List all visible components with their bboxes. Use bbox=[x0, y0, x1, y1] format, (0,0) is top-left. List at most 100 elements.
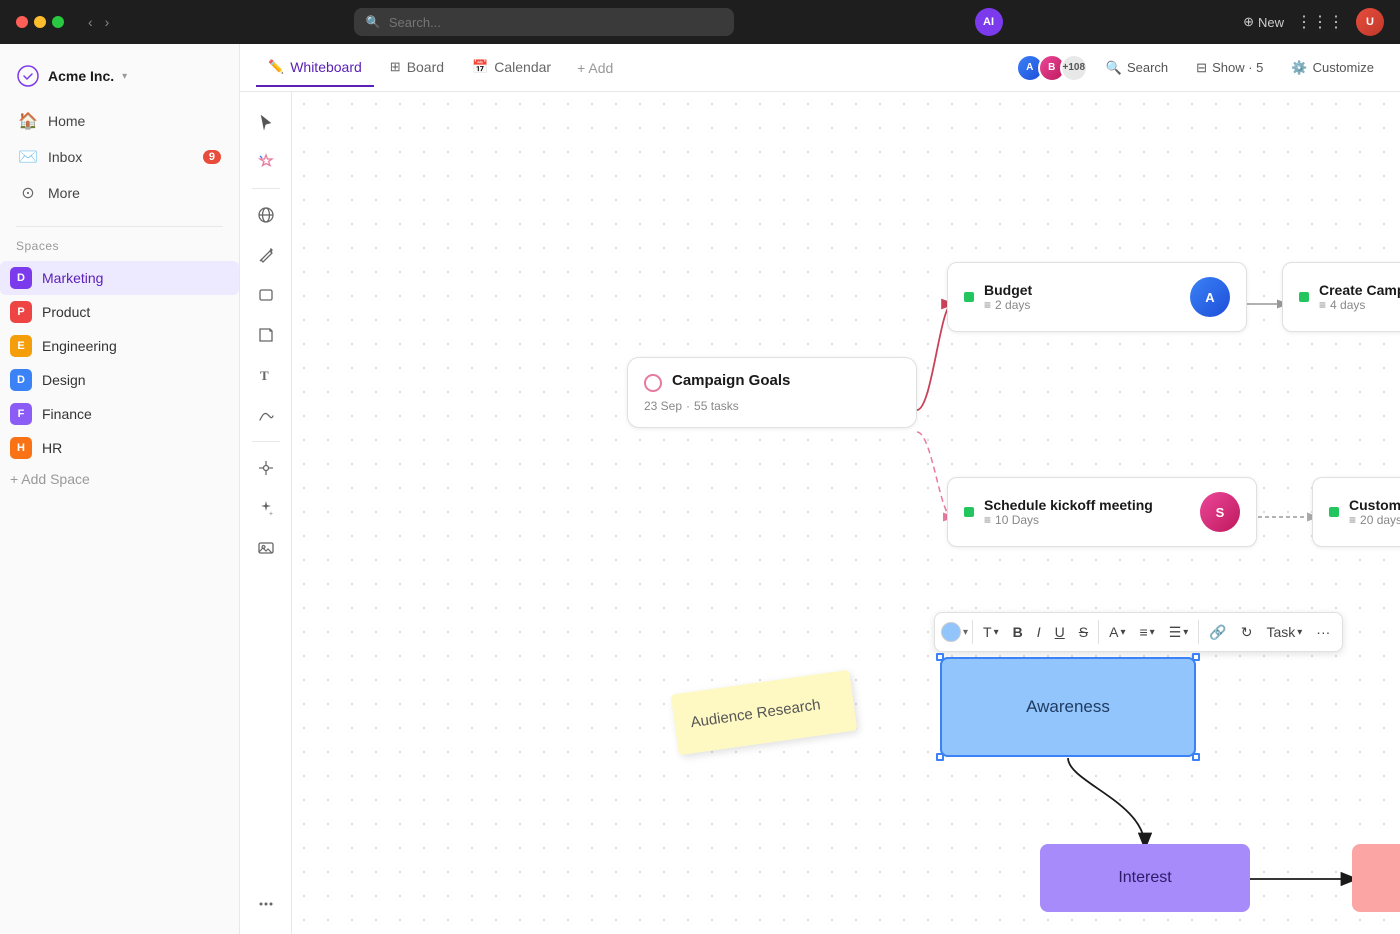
more-tools-button[interactable] bbox=[248, 886, 284, 922]
note-tool[interactable] bbox=[248, 317, 284, 353]
avatar-count[interactable]: +108 bbox=[1060, 54, 1088, 82]
tab-board[interactable]: ⊞ Board bbox=[378, 49, 456, 87]
maximize-button[interactable] bbox=[52, 16, 64, 28]
forward-arrow[interactable]: › bbox=[101, 12, 114, 32]
formatting-toolbar: ▾ T ▾ B I U S A ▾ ≡ ▾ ☰ ▾ 🔗 ↻ Task bbox=[934, 612, 1343, 652]
customize-button[interactable]: ⚙️ Customize bbox=[1281, 55, 1384, 81]
grid-icon[interactable]: ⋮⋮⋮ bbox=[1296, 12, 1344, 32]
sticky-note[interactable]: Audience Research bbox=[671, 670, 858, 755]
sidebar: Acme Inc. ▾ 🏠 Home ✉️ Inbox 9 ⊙ More Spa… bbox=[0, 44, 240, 934]
global-search-bar[interactable]: 🔍 bbox=[354, 8, 734, 36]
add-space-button[interactable]: + Add Space bbox=[0, 465, 239, 493]
italic-button[interactable]: I bbox=[1031, 620, 1047, 644]
tab-calendar[interactable]: 📅 Calendar bbox=[460, 49, 563, 87]
whiteboard-canvas[interactable]: Campaign Goals 23 Sep · 55 tasks Budget bbox=[292, 92, 1400, 934]
customer-beta-card[interactable]: Customer Beta ≡ 20 days G bbox=[1312, 477, 1400, 547]
pen-icon bbox=[257, 246, 275, 264]
tool-divider-2 bbox=[252, 441, 280, 442]
campaign-goals-title: Campaign Goals bbox=[672, 372, 790, 389]
engineering-dot: E bbox=[10, 335, 32, 357]
close-button[interactable] bbox=[16, 16, 28, 28]
back-arrow[interactable]: ‹ bbox=[84, 12, 97, 32]
more-fmt-button[interactable]: ··· bbox=[1310, 620, 1336, 644]
interest-shape[interactable]: Interest bbox=[1040, 844, 1250, 912]
search-nav-icon: 🔍 bbox=[1106, 60, 1122, 76]
sidebar-item-design[interactable]: D Design bbox=[0, 363, 239, 397]
show-button[interactable]: ⊟ Show · 5 bbox=[1186, 55, 1273, 81]
ai-badge[interactable]: AI bbox=[975, 8, 1003, 36]
campaign-goals-card[interactable]: Campaign Goals 23 Sep · 55 tasks bbox=[627, 357, 917, 428]
list-button[interactable]: ☰ ▾ bbox=[1163, 620, 1195, 645]
create-campaign-card[interactable]: Create Campaign ≡ 4 days C bbox=[1282, 262, 1400, 332]
minimize-button[interactable] bbox=[34, 16, 46, 28]
ai-tool[interactable] bbox=[248, 490, 284, 526]
create-campaign-days: ≡ 4 days bbox=[1319, 298, 1400, 312]
sidebar-item-more[interactable]: ⊙ More bbox=[8, 176, 231, 210]
text-icon: T bbox=[257, 366, 275, 384]
whiteboard-tab-icon: ✏️ bbox=[268, 59, 284, 75]
new-button[interactable]: ⊕ New bbox=[1243, 14, 1284, 30]
search-input[interactable] bbox=[389, 15, 722, 30]
schedule-days: ≡ 10 Days bbox=[984, 513, 1190, 527]
sticky-note-text: Audience Research bbox=[690, 696, 822, 731]
budget-card[interactable]: Budget ≡ 2 days A bbox=[947, 262, 1247, 332]
refresh-button[interactable]: ↻ bbox=[1235, 620, 1259, 645]
text-tool[interactable]: T bbox=[248, 357, 284, 393]
magic-tool[interactable] bbox=[248, 144, 284, 180]
mindmap-tool[interactable] bbox=[248, 450, 284, 486]
schedule-kickoff-card[interactable]: Schedule kickoff meeting ≡ 10 Days S bbox=[947, 477, 1257, 547]
sidebar-item-finance[interactable]: F Finance bbox=[0, 397, 239, 431]
spaces-list: D Marketing P Product E Engineering D De… bbox=[0, 261, 239, 465]
user-avatar[interactable]: U bbox=[1356, 8, 1384, 36]
freehand-tool[interactable] bbox=[248, 397, 284, 433]
tab-whiteboard[interactable]: ✏️ Whiteboard bbox=[256, 49, 374, 87]
awareness-shape[interactable]: Awareness bbox=[940, 657, 1196, 757]
mindmap-icon bbox=[257, 459, 275, 477]
customer-beta-content: Customer Beta ≡ 20 days G bbox=[1329, 492, 1400, 532]
sidebar-item-hr[interactable]: H HR bbox=[0, 431, 239, 465]
image-icon bbox=[257, 539, 275, 557]
window-controls bbox=[16, 16, 64, 28]
image-tool[interactable] bbox=[248, 530, 284, 566]
decision-shape[interactable]: Decision bbox=[1352, 844, 1400, 912]
content-area: ✏️ Whiteboard ⊞ Board 📅 Calendar + Add A… bbox=[240, 44, 1400, 934]
sidebar-item-home[interactable]: 🏠 Home bbox=[8, 104, 231, 138]
rect-tool[interactable] bbox=[248, 277, 284, 313]
logo-icon bbox=[16, 64, 40, 88]
text-style-button[interactable]: T ▾ bbox=[977, 620, 1005, 644]
cursor-icon bbox=[257, 113, 275, 131]
underline-button[interactable]: U bbox=[1049, 620, 1071, 644]
search-button[interactable]: 🔍 Search bbox=[1096, 55, 1178, 81]
pen-tool[interactable] bbox=[248, 237, 284, 273]
sidebar-item-inbox[interactable]: ✉️ Inbox 9 bbox=[8, 140, 231, 174]
globe-tool[interactable] bbox=[248, 197, 284, 233]
customer-beta-days: ≡ 20 days bbox=[1349, 513, 1400, 527]
color-picker[interactable] bbox=[941, 622, 961, 642]
awareness-container[interactable]: Awareness bbox=[940, 657, 1196, 757]
task-button[interactable]: Task ▾ bbox=[1260, 620, 1308, 644]
more-icon: ⊙ bbox=[18, 183, 38, 203]
ai-sparkle-icon bbox=[257, 499, 275, 517]
svg-text:T: T bbox=[260, 368, 269, 383]
campaign-goals-date: 23 Sep bbox=[644, 399, 682, 413]
main-layout: Acme Inc. ▾ 🏠 Home ✉️ Inbox 9 ⊙ More Spa… bbox=[0, 44, 1400, 934]
bold-button[interactable]: B bbox=[1007, 620, 1029, 644]
budget-card-content: Budget ≡ 2 days A bbox=[964, 277, 1230, 317]
product-dot: P bbox=[10, 301, 32, 323]
align-button[interactable]: ≡ ▾ bbox=[1133, 620, 1160, 644]
company-header[interactable]: Acme Inc. ▾ bbox=[0, 56, 239, 96]
budget-title: Budget bbox=[984, 282, 1180, 298]
cursor-tool[interactable] bbox=[248, 104, 284, 140]
add-tab-button[interactable]: + Add bbox=[567, 52, 623, 84]
sidebar-item-product[interactable]: P Product bbox=[0, 295, 239, 329]
inbox-icon: ✉️ bbox=[18, 147, 38, 167]
font-color-button[interactable]: A ▾ bbox=[1103, 620, 1131, 644]
sidebar-item-engineering[interactable]: E Engineering bbox=[0, 329, 239, 363]
avatar-group: A B +108 bbox=[1016, 54, 1088, 82]
link-button[interactable]: 🔗 bbox=[1203, 620, 1232, 645]
color-chevron[interactable]: ▾ bbox=[963, 627, 968, 638]
sidebar-item-marketing[interactable]: D Marketing bbox=[0, 261, 239, 295]
strikethrough-button[interactable]: S bbox=[1073, 620, 1094, 644]
schedule-green-dot bbox=[964, 507, 974, 517]
magic-icon bbox=[257, 153, 275, 171]
